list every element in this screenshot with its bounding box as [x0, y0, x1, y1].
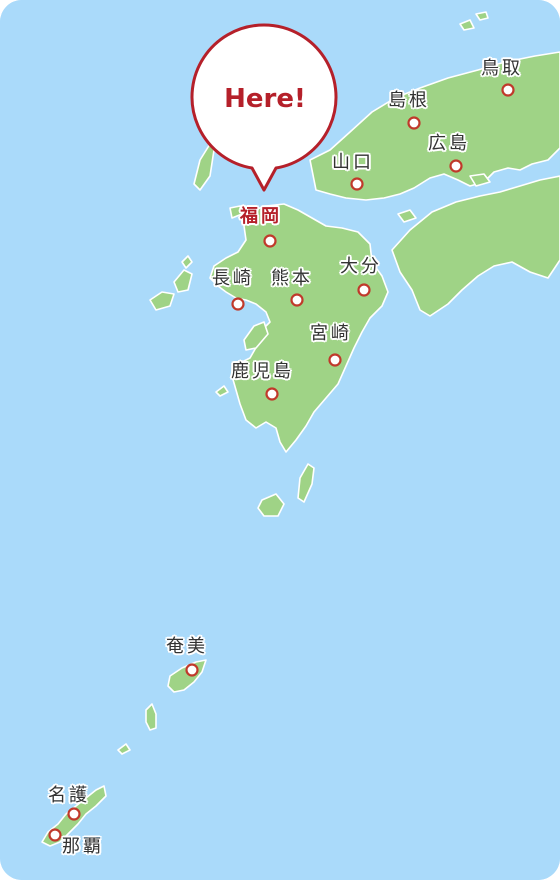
city-label-kagoshima: 鹿児島: [231, 361, 294, 382]
map-container: Here! 福岡 長崎 熊本 大分 宮崎 鹿児島 山口 島根 鳥取 広島 奄美 …: [0, 0, 560, 880]
shimane-marker: [407, 116, 421, 130]
city-label-hiroshima: 広島: [428, 133, 470, 154]
amami-marker: [185, 663, 199, 677]
miyazaki-marker: [328, 353, 342, 367]
hiroshima-marker: [449, 159, 463, 173]
city-label-tottori: 鳥取: [481, 58, 523, 79]
kagoshima-marker: [265, 387, 279, 401]
city-label-oita: 大分: [340, 256, 382, 277]
map-graphic: [0, 0, 560, 880]
city-label-kumamoto: 熊本: [271, 268, 313, 289]
tottori-marker: [501, 83, 515, 97]
nago-marker: [67, 807, 81, 821]
naha-marker: [48, 828, 62, 842]
city-label-yamaguchi: 山口: [332, 152, 374, 173]
oita-marker: [357, 283, 371, 297]
city-label-fukuoka: 福岡: [240, 206, 282, 227]
nagasaki-marker: [231, 297, 245, 311]
city-label-nagasaki: 長崎: [212, 268, 254, 289]
city-label-shimane: 島根: [388, 90, 430, 111]
city-label-amami: 奄美: [166, 636, 208, 657]
city-label-miyazaki: 宮崎: [310, 323, 352, 344]
kumamoto-marker: [290, 293, 304, 307]
fukuoka-marker: [263, 234, 277, 248]
yamaguchi-marker: [350, 177, 364, 191]
here-callout-text: Here!: [224, 84, 306, 114]
city-label-nago: 名護: [48, 785, 90, 806]
city-label-naha: 那覇: [62, 836, 104, 857]
